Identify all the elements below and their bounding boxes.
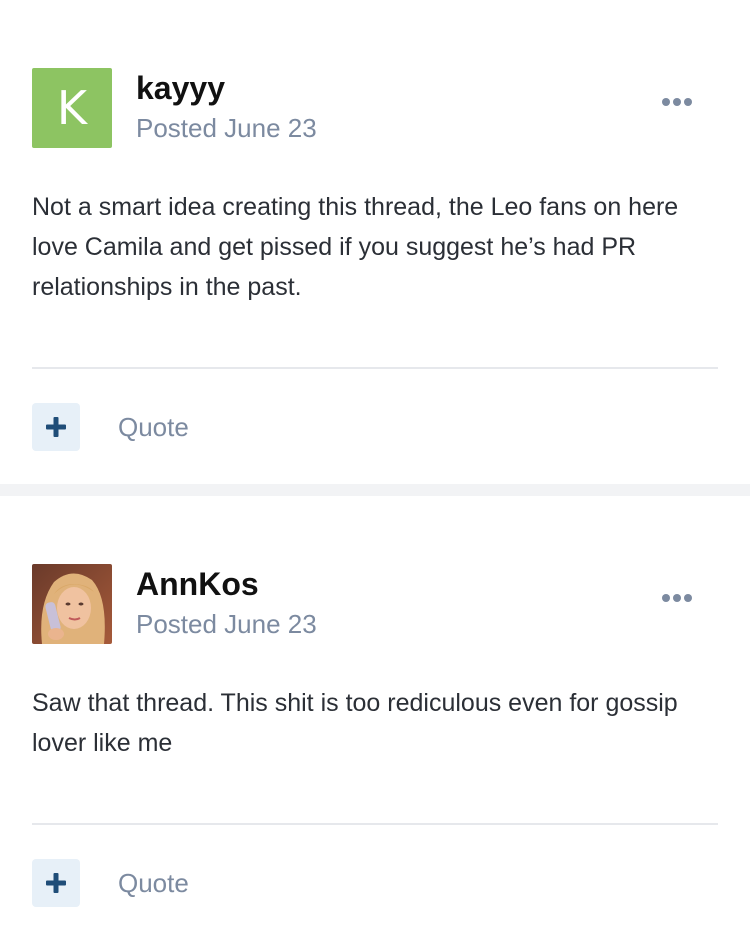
more-options-icon (662, 98, 670, 106)
avatar[interactable] (32, 564, 112, 644)
post-card: AnnKos Posted June 23 Saw that thread. T… (0, 496, 750, 926)
add-reaction-button[interactable] (32, 859, 80, 907)
username[interactable]: AnnKos (136, 564, 259, 604)
post-content: Saw that thread. This shit is too redicu… (32, 689, 678, 757)
more-options-icon-dot (673, 594, 681, 602)
more-options-button[interactable] (656, 90, 698, 114)
more-options-icon (662, 594, 670, 602)
avatar[interactable]: K (32, 68, 112, 148)
plus-icon (46, 873, 66, 893)
quote-button[interactable]: Quote (118, 403, 189, 451)
more-options-icon-dot (684, 594, 692, 602)
post-divider (32, 367, 718, 369)
plus-icon (46, 417, 66, 437)
post-date[interactable]: Posted June 23 (136, 111, 317, 145)
more-options-button[interactable] (656, 586, 698, 610)
post-date[interactable]: Posted June 23 (136, 607, 317, 641)
username[interactable]: kayyy (136, 68, 225, 108)
post-divider (32, 823, 718, 825)
avatar-photo (32, 564, 112, 644)
add-reaction-button[interactable] (32, 403, 80, 451)
quote-button[interactable]: Quote (118, 859, 189, 907)
more-options-icon-dot (684, 98, 692, 106)
avatar-letter: K (56, 81, 88, 135)
post-card: K kayyy Posted June 23 Not a smart idea … (0, 0, 750, 484)
post-content: Not a smart idea creating this thread, t… (32, 193, 679, 301)
more-options-icon-dot (673, 98, 681, 106)
